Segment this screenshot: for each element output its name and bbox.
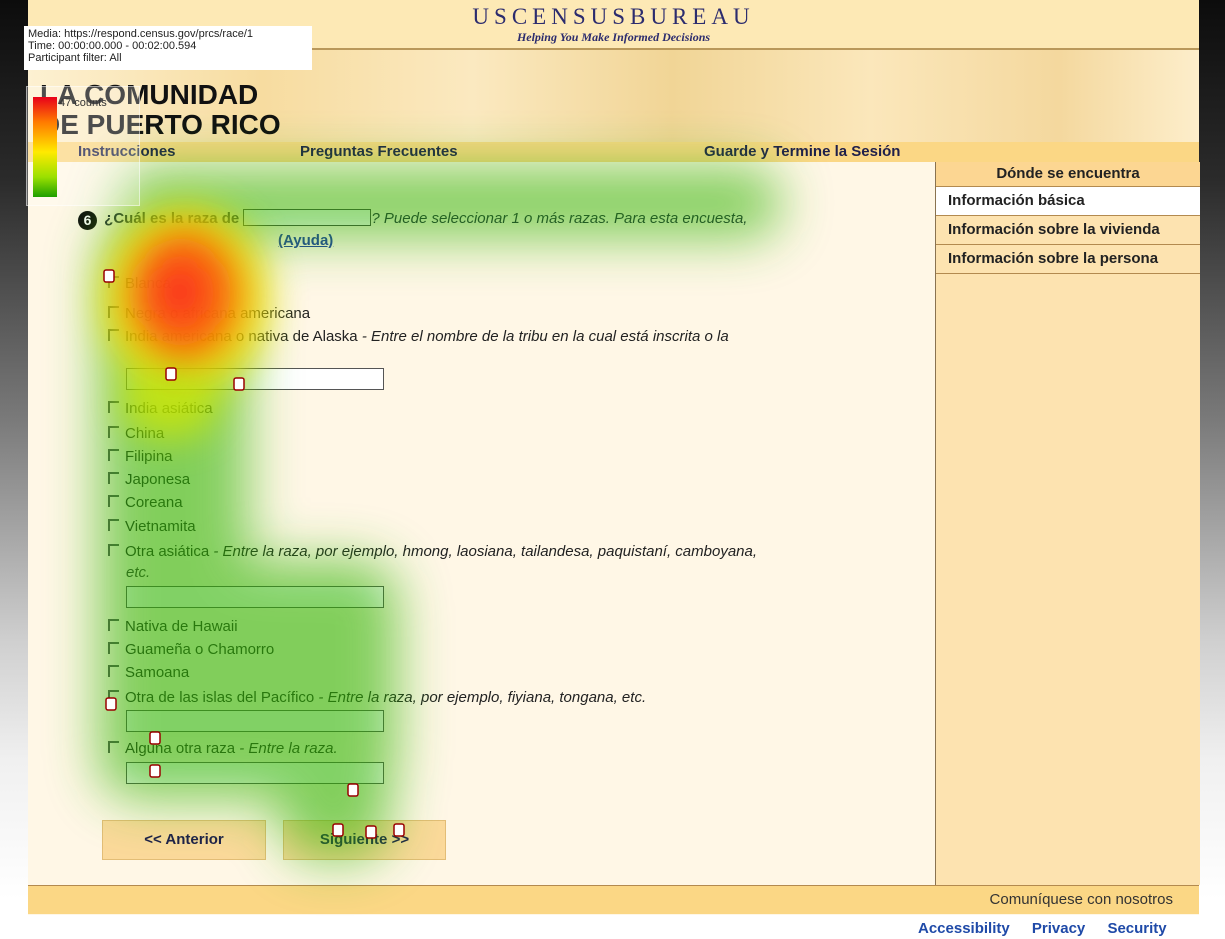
census-page: USCENSUSBUREAU Helping You Make Informed…	[28, 0, 1200, 915]
location-sidebar: Dónde se encuentra Información básica In…	[935, 162, 1200, 885]
heatmap-legend: 47 counts	[26, 86, 140, 206]
checkbox[interactable]	[108, 642, 119, 654]
option-note-wrap: etc.	[126, 564, 151, 581]
option-label: Guameña o Chamorro	[125, 641, 275, 658]
help-link[interactable]: (Ayuda)	[278, 232, 333, 249]
option-coreana[interactable]: Coreana	[108, 493, 183, 513]
footer-bar: Comuníquese con nosotros	[28, 885, 1199, 914]
option-label: China	[125, 425, 165, 442]
heatmap-color-scale	[33, 97, 57, 197]
otra-pacifico-input[interactable]	[126, 710, 384, 732]
siguiente-button[interactable]: Siguiente >>	[283, 820, 446, 860]
otra-raza-input[interactable]	[126, 762, 384, 784]
option-note: - Entre el nombre de la tribu en la cual…	[357, 328, 729, 345]
option-blanca[interactable]: Blanca	[108, 274, 171, 294]
heatmap-legend-label: 47 counts	[59, 97, 107, 109]
checkbox[interactable]	[108, 665, 119, 677]
option-label: Japonesa	[125, 471, 191, 488]
checkbox[interactable]	[108, 519, 119, 531]
option-label: Otra asiática	[125, 543, 210, 560]
option-filipina[interactable]: Filipina	[108, 447, 173, 467]
checkbox[interactable]	[108, 741, 119, 753]
checkbox[interactable]	[108, 329, 119, 341]
heatmap-info-box: Media: https://respond.census.gov/prcs/r…	[24, 26, 312, 70]
option-note: - Entre la raza, por ejemplo, hmong, lao…	[209, 543, 758, 560]
checkbox[interactable]	[108, 401, 119, 413]
question-text: 6 ¿Cuál es la raza de ? Puede selecciona…	[78, 208, 838, 251]
question-lead: ¿Cuál es la raza de	[104, 210, 240, 227]
checkbox[interactable]	[108, 472, 119, 484]
option-label: Filipina	[125, 448, 173, 465]
option-otra-raza[interactable]: Alguna otra raza - Entre la raza.	[108, 739, 338, 759]
option-label: Alguna otra raza	[125, 740, 236, 757]
checkbox[interactable]	[108, 495, 119, 507]
option-label: Samoana	[125, 664, 190, 681]
anterior-button[interactable]: << Anterior	[102, 820, 266, 860]
option-label: Vietnamita	[125, 518, 196, 535]
time-range: Time: 00:00:00.000 - 00:02:00.594	[28, 40, 197, 52]
main-content: 6 ¿Cuál es la raza de ? Puede selecciona…	[28, 162, 933, 885]
contact-link[interactable]: Comuníquese con nosotros	[990, 891, 1173, 908]
option-nativa-hawaii[interactable]: Nativa de Hawaii	[108, 617, 238, 637]
option-otra-asiatica[interactable]: Otra asiática - Entre la raza, por ejemp…	[108, 542, 757, 562]
option-guamena[interactable]: Guameña o Chamorro	[108, 640, 274, 660]
option-otra-pacifico[interactable]: Otra de las islas del Pacífico - Entre l…	[108, 688, 646, 708]
checkbox[interactable]	[108, 619, 119, 631]
option-label: India asiática	[125, 400, 213, 417]
checkbox[interactable]	[108, 449, 119, 461]
option-vietnamita[interactable]: Vietnamita	[108, 517, 196, 537]
option-label: Blanca	[125, 275, 171, 292]
option-negra[interactable]: Negra o africana americana	[108, 304, 310, 324]
nav-preguntas-frecuentes[interactable]: Preguntas Frecuentes	[300, 143, 458, 160]
checkbox[interactable]	[108, 306, 119, 318]
question-number: 6	[78, 211, 97, 230]
person-name-field	[243, 209, 372, 226]
option-note: - Entre la raza, por ejemplo, fiyiana, t…	[314, 689, 647, 706]
option-label: Coreana	[125, 494, 183, 511]
sidebar-title: Dónde se encuentra	[936, 162, 1200, 187]
sidebar-item-informacion-vivienda[interactable]: Información sobre la vivienda	[936, 216, 1200, 245]
accessibility-link[interactable]: Accessibility	[918, 920, 1010, 937]
option-label: Nativa de Hawaii	[125, 618, 238, 635]
option-japonesa[interactable]: Japonesa	[108, 470, 190, 490]
option-label: India americana o nativa de Alaska	[125, 328, 358, 345]
nav-guarde-termine[interactable]: Guarde y Termine la Sesión	[704, 143, 900, 160]
option-india-americana[interactable]: India americana o nativa de Alaska - Ent…	[108, 327, 729, 347]
checkbox[interactable]	[108, 544, 119, 556]
tribe-input[interactable]	[126, 368, 384, 390]
media-url: Media: https://respond.census.gov/prcs/r…	[28, 28, 254, 40]
question-hint: ? Puede seleccionar 1 o más razas. Para …	[371, 210, 748, 227]
security-link[interactable]: Security	[1107, 920, 1166, 937]
option-label: Otra de las islas del Pacífico	[125, 689, 315, 706]
checkbox[interactable]	[108, 690, 119, 702]
option-samoana[interactable]: Samoana	[108, 663, 189, 683]
checkbox[interactable]	[108, 276, 119, 288]
privacy-link[interactable]: Privacy	[1032, 920, 1085, 937]
option-india-asiatica[interactable]: India asiática	[108, 399, 213, 419]
option-china[interactable]: China	[108, 424, 164, 444]
sidebar-item-informacion-persona[interactable]: Información sobre la persona	[936, 245, 1200, 274]
option-note: - Entre la raza.	[235, 740, 338, 757]
checkbox[interactable]	[108, 426, 119, 438]
otra-asiatica-input[interactable]	[126, 586, 384, 608]
participant-filter: Participant filter: All	[28, 52, 122, 64]
bottom-links: Accessibility Privacy Security	[900, 920, 1167, 937]
sidebar-item-informacion-basica[interactable]: Información básica	[936, 187, 1200, 216]
option-label: Negra o africana americana	[125, 305, 311, 322]
nav-bar: Instrucciones Preguntas Frecuentes Guard…	[28, 142, 1199, 162]
